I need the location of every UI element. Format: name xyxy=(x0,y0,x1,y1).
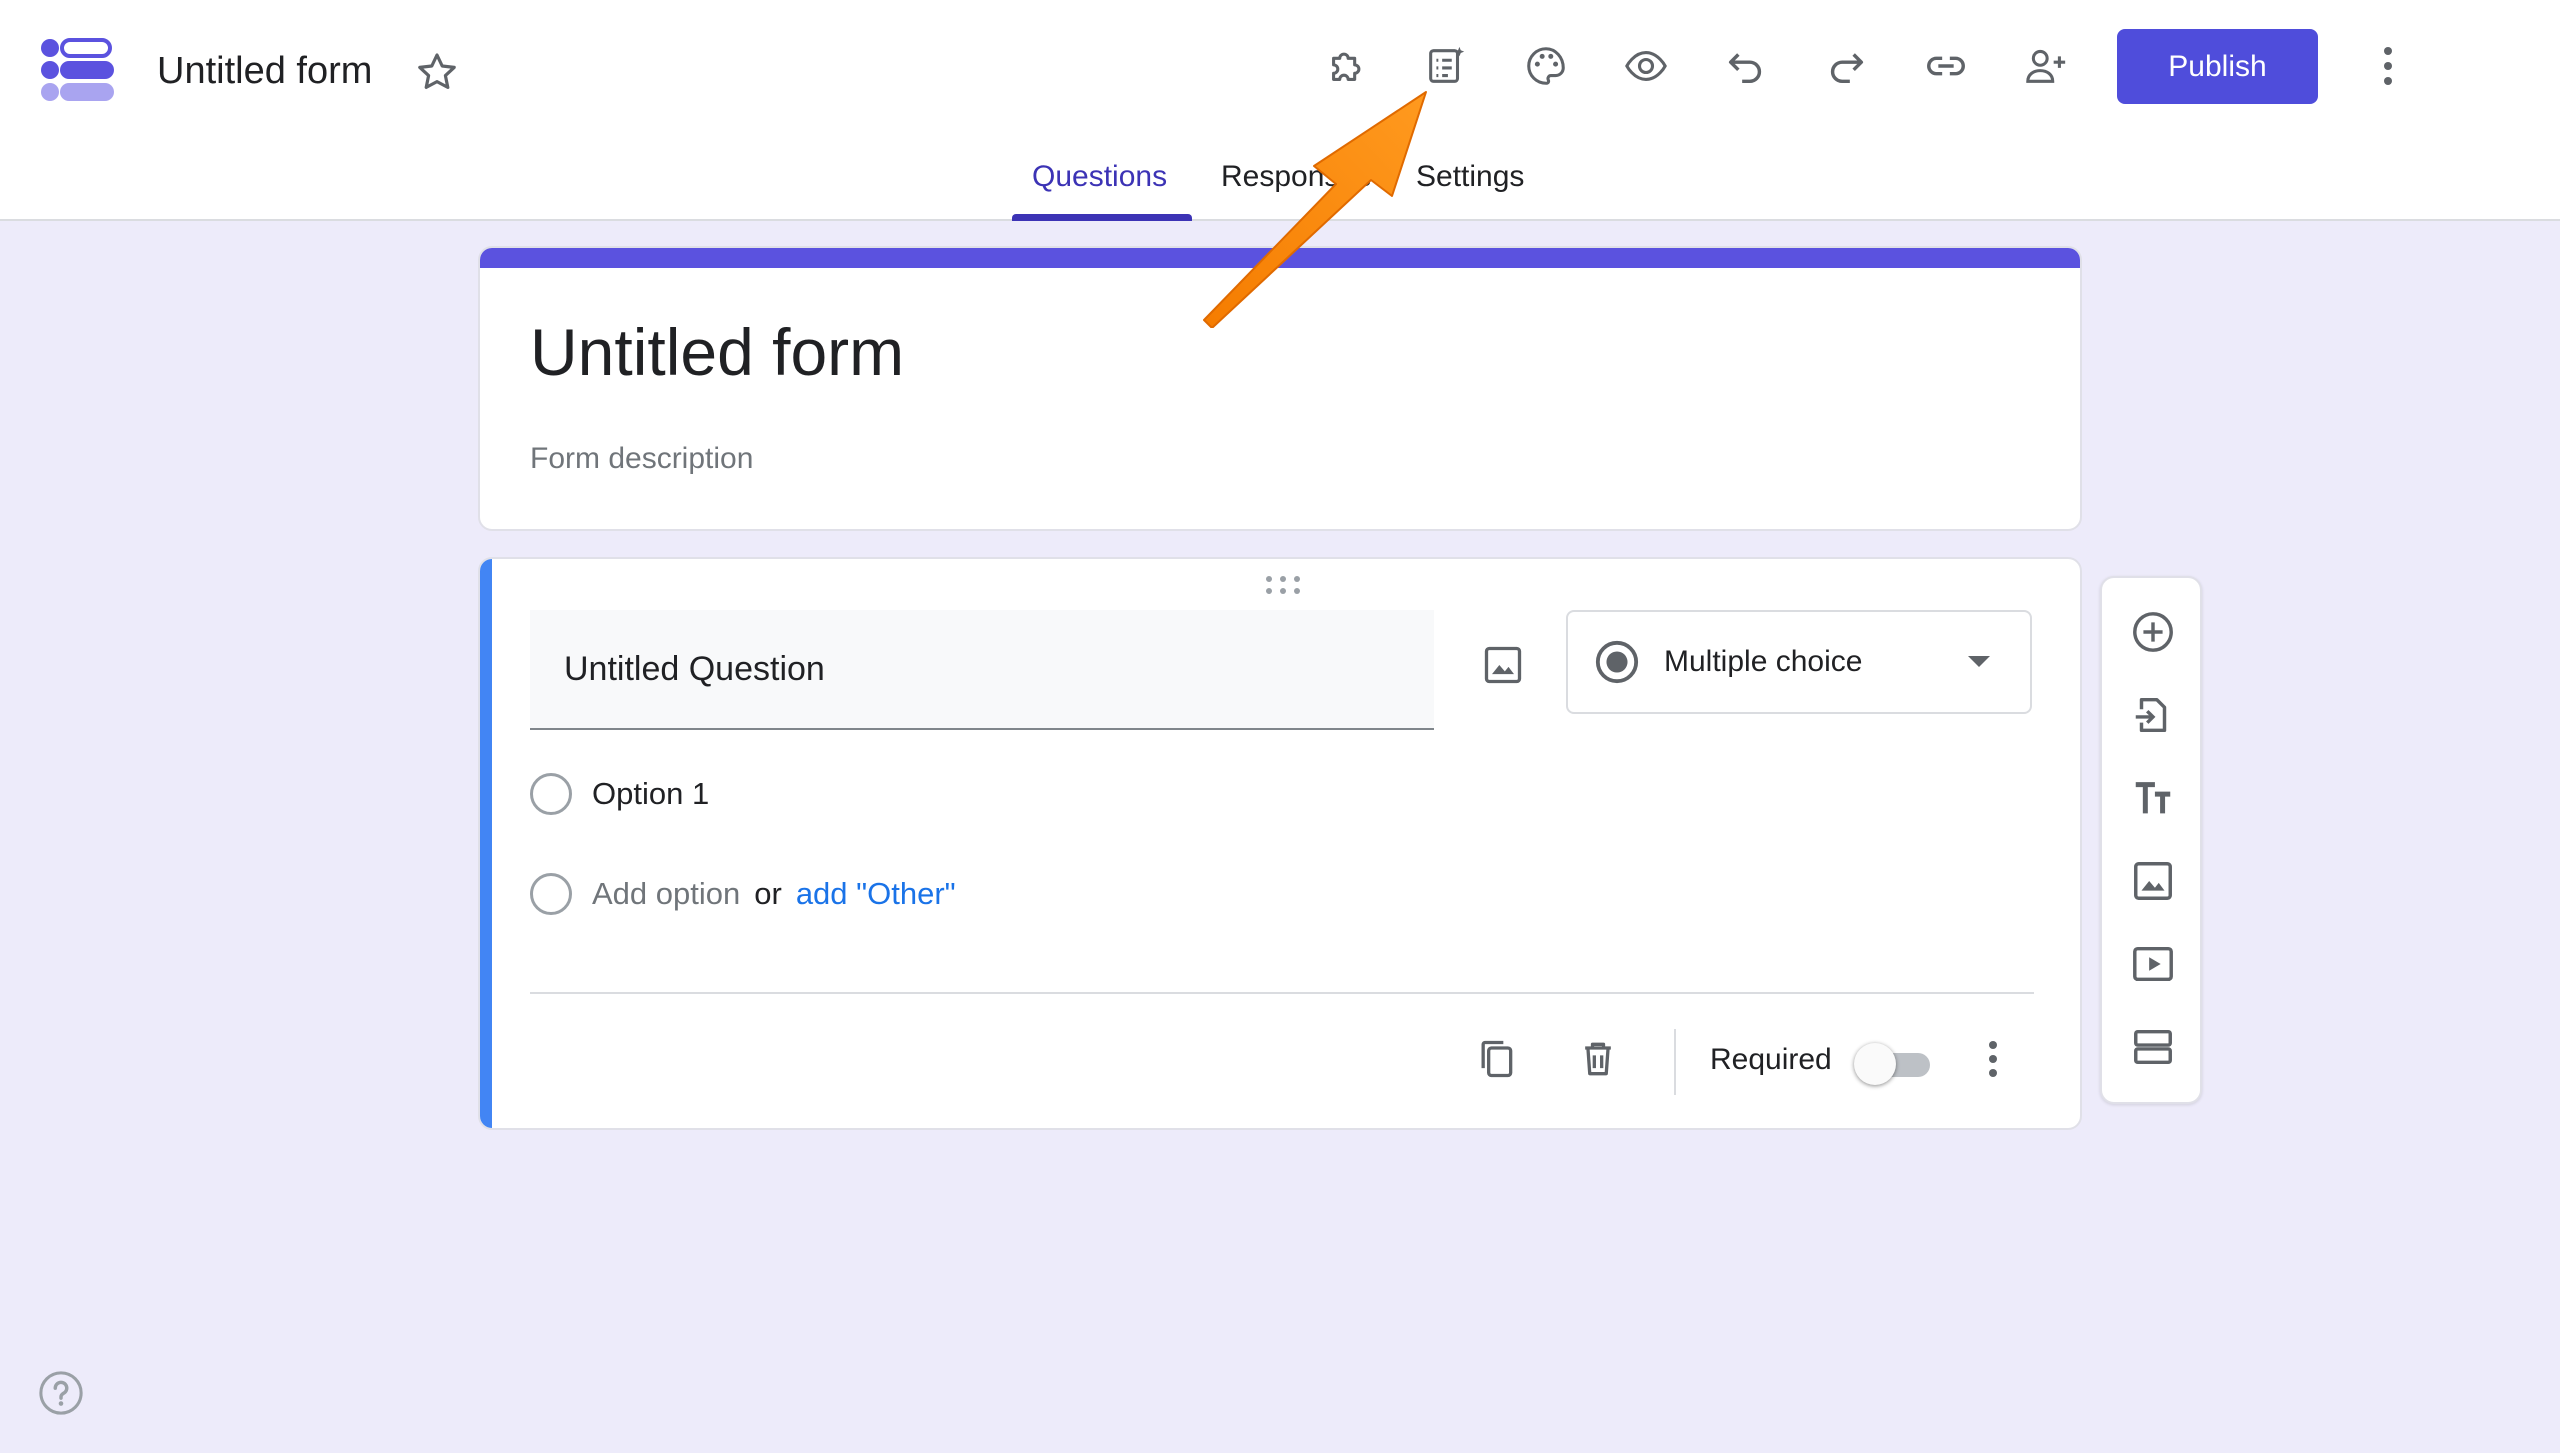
app-title[interactable]: Untitled form xyxy=(157,50,372,93)
more-vert-icon xyxy=(1989,1041,1997,1077)
top-bar: Untitled form Publish Questions Response… xyxy=(0,0,2560,221)
palette-icon xyxy=(1527,47,1565,85)
add-other-link[interactable]: add "Other" xyxy=(796,876,956,912)
form-title-card: Untitled form Form description xyxy=(478,246,2082,531)
option-radio xyxy=(530,873,572,915)
add-video-icon xyxy=(2133,946,2173,982)
tab-settings[interactable]: Settings xyxy=(1416,160,1524,194)
more-options-button[interactable] xyxy=(2366,36,2410,96)
copy-icon xyxy=(1481,1040,1513,1078)
tab-responses[interactable]: Responses xyxy=(1221,160,1371,194)
copy-link-button[interactable] xyxy=(1916,36,1976,96)
help-icon[interactable] xyxy=(38,1370,84,1416)
active-question-accent xyxy=(480,559,492,1128)
add-title-description-button[interactable] xyxy=(2123,768,2183,828)
title-text-icon xyxy=(2135,782,2171,814)
toggle-knob xyxy=(1854,1043,1896,1085)
preview-button[interactable] xyxy=(1616,36,1676,96)
import-questions-icon xyxy=(2135,697,2167,733)
add-image-to-question-button[interactable] xyxy=(1473,635,1533,695)
add-video-button[interactable] xyxy=(2123,934,2183,994)
required-label: Required xyxy=(1710,1043,1832,1076)
tab-bar: Questions Responses Settings xyxy=(0,160,2560,220)
add-section-button[interactable] xyxy=(2123,1017,2183,1077)
active-tab-indicator xyxy=(1012,214,1192,221)
delete-button[interactable] xyxy=(1568,1029,1628,1089)
add-image-button[interactable] xyxy=(2123,851,2183,911)
drag-handle-icon[interactable] xyxy=(1263,573,1303,597)
add-option-input[interactable]: Add option xyxy=(592,876,740,912)
publish-button[interactable]: Publish xyxy=(2117,29,2318,104)
footer-vertical-divider xyxy=(1674,1029,1676,1095)
star-icon[interactable] xyxy=(413,48,461,96)
image-icon xyxy=(1484,646,1522,684)
form-description[interactable]: Form description xyxy=(530,442,753,476)
add-collaborator-icon xyxy=(2026,49,2066,83)
trash-icon xyxy=(1585,1042,1611,1076)
add-collaborators-button[interactable] xyxy=(2016,36,2076,96)
question-title-input[interactable]: Untitled Question xyxy=(530,610,1434,730)
preview-eye-icon xyxy=(1625,51,1667,81)
customize-theme-button[interactable] xyxy=(1516,36,1576,96)
duplicate-button[interactable] xyxy=(1466,1029,1526,1089)
import-questions-button[interactable] xyxy=(2123,685,2183,745)
ai-checklist-button[interactable] xyxy=(1416,36,1476,96)
radio-button-checked-icon xyxy=(1595,640,1639,684)
undo-icon xyxy=(1728,53,1762,84)
ai-checklist-icon xyxy=(1429,46,1465,83)
floating-toolbar xyxy=(2100,576,2202,1104)
required-toggle[interactable] xyxy=(1854,1043,1932,1085)
option-row: Option 1 xyxy=(530,773,709,815)
forms-logo-icon[interactable] xyxy=(40,38,116,104)
question-type-label: Multiple choice xyxy=(1664,645,1863,678)
add-image-icon xyxy=(2134,862,2172,900)
add-option-row: Add option or add "Other" xyxy=(530,873,956,915)
add-question-button[interactable] xyxy=(2123,602,2183,662)
question-card: Untitled Question Multiple choice Option… xyxy=(478,557,2082,1130)
chevron-down-icon xyxy=(1968,656,1990,667)
undo-button[interactable] xyxy=(1716,36,1776,96)
link-icon xyxy=(1927,56,1965,76)
theme-color-bar xyxy=(480,248,2080,268)
form-title[interactable]: Untitled form xyxy=(530,314,904,390)
question-footer-divider xyxy=(530,992,2034,994)
add-question-icon xyxy=(2133,612,2173,652)
question-more-options-button[interactable] xyxy=(1963,1029,2023,1089)
more-vert-icon xyxy=(2384,47,2392,85)
add-section-icon xyxy=(2134,1029,2172,1065)
redo-button[interactable] xyxy=(1816,36,1876,96)
add-ons-button[interactable] xyxy=(1317,36,1377,96)
or-label: or xyxy=(754,876,782,911)
question-type-dropdown[interactable]: Multiple choice xyxy=(1566,610,2032,714)
tab-questions[interactable]: Questions xyxy=(1032,160,1167,194)
redo-icon xyxy=(1830,53,1864,84)
option-label[interactable]: Option 1 xyxy=(592,776,709,812)
option-radio xyxy=(530,773,572,815)
add-ons-icon xyxy=(1332,52,1361,81)
